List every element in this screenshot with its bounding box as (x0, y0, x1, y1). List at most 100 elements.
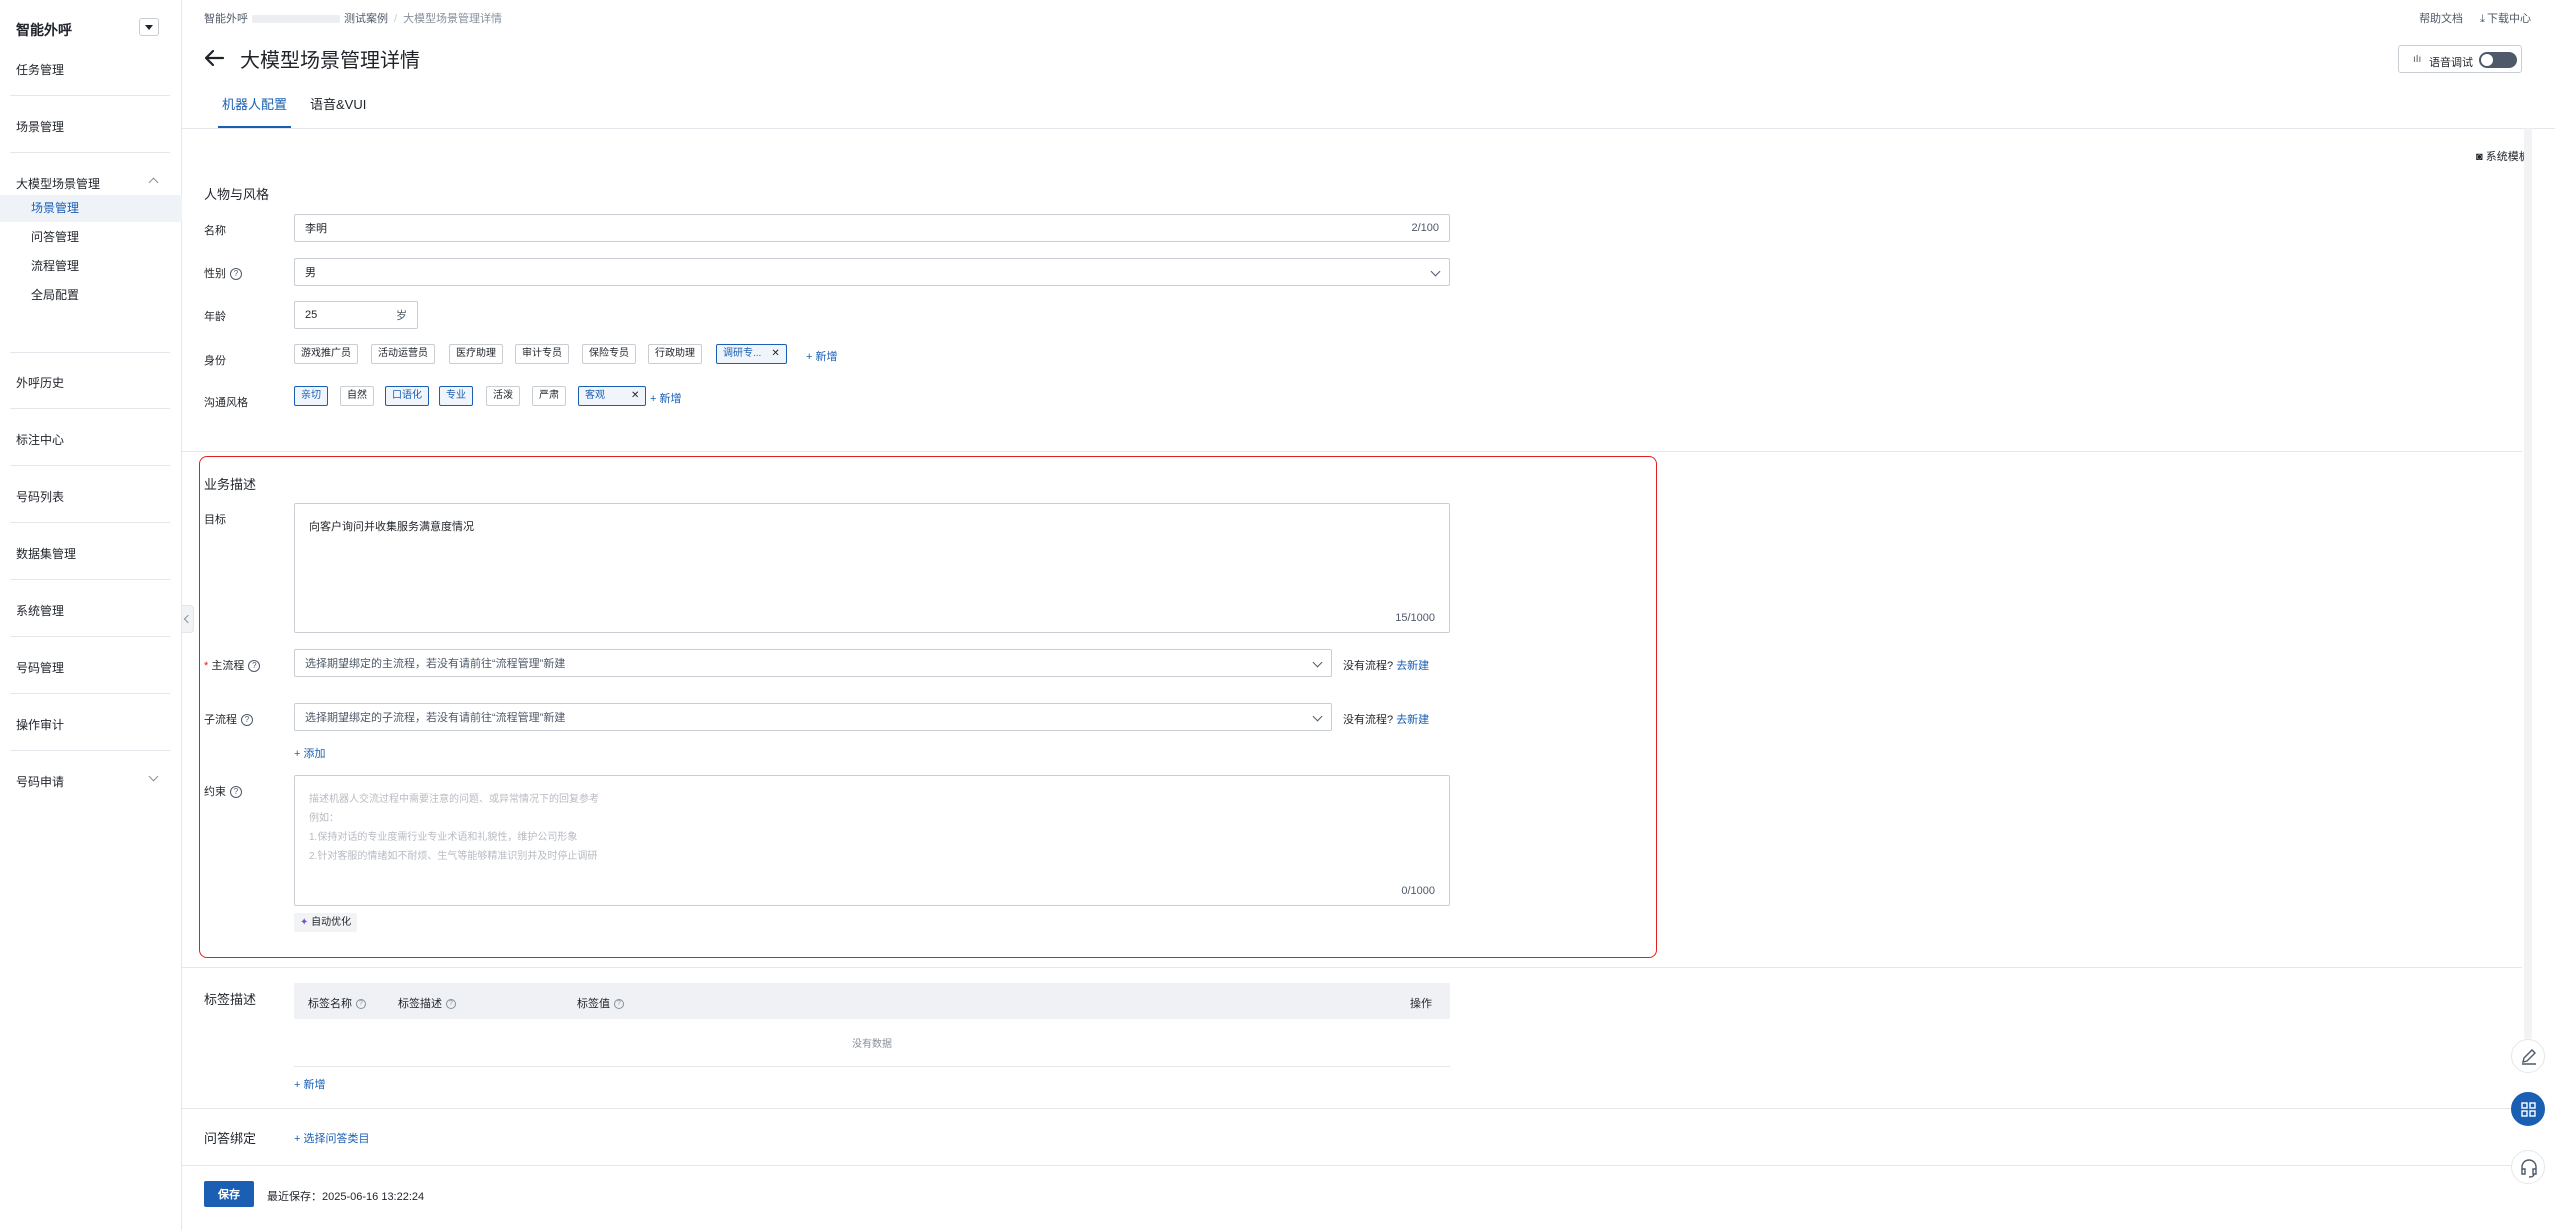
save-button[interactable]: 保存 (204, 1181, 254, 1207)
identity-tag[interactable]: 医疗助理 (449, 344, 503, 364)
sidebar-item-number-list[interactable]: 号码列表 (16, 488, 64, 505)
style-tag-selected[interactable]: 客观 ✕ (578, 386, 647, 406)
sidebar-item-task[interactable]: 任务管理 (16, 61, 64, 78)
help-icon: ? (230, 268, 242, 281)
name-char-count: 2/100 (1411, 222, 1439, 234)
main-flow-select[interactable]: 选择期望绑定的主流程，若没有请前往“流程管理”新建 (294, 649, 1332, 677)
style-tag-selected[interactable]: 专业 (439, 386, 473, 406)
sidebar-item-system[interactable]: 系统管理 (16, 602, 64, 619)
add-identity-button[interactable]: + 新增 (806, 348, 837, 364)
help-icon: ? (230, 786, 242, 799)
divider (10, 750, 170, 751)
create-sub-flow-link[interactable]: 去新建 (1396, 714, 1429, 726)
sub-flow-label: 子流程? (204, 711, 253, 727)
sidebar-item-llm-scene[interactable]: 大模型场景管理 (16, 175, 100, 192)
floating-edit-button[interactable] (2511, 1039, 2545, 1073)
voice-debug-toggle[interactable] (2479, 52, 2517, 68)
sidebar-subitem-qa-management[interactable]: 问答管理 (0, 224, 182, 251)
empty-state: 没有数据 (852, 1039, 892, 1050)
sidebar-item-number-apply[interactable]: 号码申请 (16, 773, 64, 790)
age-input[interactable]: 25 岁 (294, 301, 418, 329)
style-tag[interactable]: 活泼 (486, 386, 520, 406)
add-sub-flow-button[interactable]: + 添加 (294, 745, 325, 761)
system-template-link[interactable]: ◙ 系统模板 (2476, 148, 2530, 164)
add-style-button[interactable]: + 新增 (650, 390, 681, 406)
column-header: 标签名称? (308, 995, 366, 1011)
divider (10, 352, 170, 353)
sidebar-collapse-handle[interactable] (182, 605, 194, 633)
help-icon: ? (356, 999, 366, 1010)
gender-select[interactable]: 男 (294, 258, 1450, 286)
column-header-actions: 操作 (1410, 998, 1432, 1010)
breadcrumb-root[interactable]: 智能外呼 (204, 13, 248, 25)
caret-down-icon (145, 25, 153, 30)
chevron-up-icon[interactable] (148, 177, 159, 188)
help-icon: ? (241, 714, 253, 727)
create-main-flow-link[interactable]: 去新建 (1396, 660, 1429, 672)
name-label: 名称 (204, 225, 226, 237)
chevron-down-icon (1430, 266, 1441, 277)
tabs-divider (182, 128, 2555, 129)
constraint-char-count: 0/1000 (1401, 885, 1435, 897)
sidebar-item-dataset[interactable]: 数据集管理 (16, 545, 76, 562)
constraint-textarea[interactable]: 描述机器人交流过程中需要注意的问题、或异常情况下的回复参考 例如： 1.保持对话… (294, 775, 1450, 906)
download-icon: ⤓ (2480, 13, 2485, 25)
close-icon[interactable]: ✕ (631, 390, 639, 401)
sidebar-item-number-management[interactable]: 号码管理 (16, 659, 64, 676)
sidebar-item-history[interactable]: 外呼历史 (16, 374, 64, 391)
style-tag-selected[interactable]: 口语化 (385, 386, 429, 406)
floating-grid-button[interactable] (2511, 1092, 2545, 1126)
goal-label: 目标 (204, 514, 226, 526)
page-title: 大模型场景管理详情 (240, 50, 420, 72)
sparkle-icon: ✦ (300, 917, 312, 928)
tab-voice-vui[interactable]: 语音&VUI (310, 92, 366, 128)
section-title-label-desc: 标签描述 (204, 992, 257, 1007)
sidebar-item-scene[interactable]: 场景管理 (16, 118, 64, 135)
identity-tag-selected[interactable]: 调研专... ✕ (716, 344, 787, 364)
back-arrow-icon[interactable] (203, 48, 225, 68)
style-label: 沟通风格 (204, 397, 248, 409)
close-icon[interactable]: ✕ (771, 348, 779, 359)
identity-tag[interactable]: 行政助理 (648, 344, 702, 364)
style-tag[interactable]: 严肃 (532, 386, 566, 406)
divider (10, 522, 170, 523)
select-qa-category-button[interactable]: + 选择问答类目 (294, 1130, 369, 1146)
section-divider (182, 451, 2522, 452)
help-icon: ? (446, 999, 456, 1010)
section-divider (182, 1165, 2522, 1166)
sidebar-item-audit[interactable]: 操作审计 (16, 716, 64, 733)
sub-flow-select[interactable]: 选择期望绑定的子流程，若没有请前往“流程管理”新建 (294, 703, 1332, 731)
sidebar-subitem-global-config[interactable]: 全局配置 (0, 282, 182, 309)
divider (10, 152, 170, 153)
chevron-down-icon[interactable] (148, 771, 159, 782)
gender-label: 性别? (204, 265, 242, 281)
breadcrumb-case[interactable]: 测试案例 (344, 13, 388, 25)
tab-robot-config[interactable]: 机器人配置 (218, 92, 292, 128)
voice-debug-label: 语音调试 (2429, 57, 2473, 69)
identity-tag[interactable]: 活动运营员 (371, 344, 435, 364)
add-label-button[interactable]: + 新增 (294, 1076, 325, 1092)
sidebar-dropdown-button[interactable] (139, 18, 159, 36)
help-docs-link[interactable]: 帮助文档 (2419, 13, 2463, 25)
identity-tag[interactable]: 游戏推广员 (294, 344, 358, 364)
label-table-header: 标签名称? 标签描述? 标签值? 操作 (294, 983, 1450, 1019)
voice-debug-button[interactable]: ıIı 语音调试 (2398, 45, 2522, 73)
goal-textarea[interactable]: 向客户询问并收集服务满意度情况 15/1000 (294, 503, 1450, 633)
divider (10, 95, 170, 96)
auto-optimize-button[interactable]: ✦ 自动优化 (294, 913, 358, 932)
identity-tag[interactable]: 审计专员 (515, 344, 569, 364)
floating-support-button[interactable] (2511, 1150, 2545, 1184)
style-tag[interactable]: 自然 (340, 386, 374, 406)
table-bottom-border (294, 1066, 1450, 1067)
scrollbar[interactable] (2524, 128, 2532, 1040)
name-input[interactable]: 李明 2/100 (294, 214, 1450, 242)
divider (10, 465, 170, 466)
style-tag-selected[interactable]: 亲切 (294, 386, 328, 406)
identity-tag[interactable]: 保险专员 (582, 344, 636, 364)
sidebar-item-annotation[interactable]: 标注中心 (16, 431, 64, 448)
sidebar: 智能外呼 任务管理 场景管理 大模型场景管理 场景管理 问答管理 流程管理 全局… (0, 0, 182, 1230)
sidebar-subitem-scene-management[interactable]: 场景管理 (0, 195, 182, 222)
divider (10, 579, 170, 580)
sidebar-subitem-flow-management[interactable]: 流程管理 (0, 253, 182, 280)
download-center-link[interactable]: 下载中心 (2487, 13, 2531, 25)
